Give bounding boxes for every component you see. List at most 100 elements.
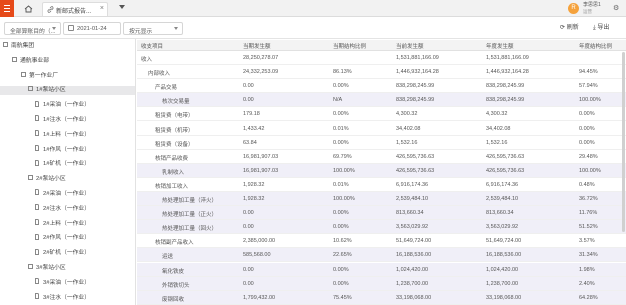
date-value: 2021-01-24: [77, 25, 107, 32]
table-cell: 氧化铁皮: [162, 268, 185, 275]
tree-node[interactable]: 1#作风（一作业）: [35, 145, 90, 155]
close-icon[interactable]: ×: [100, 5, 104, 12]
user-role: 运营: [583, 9, 592, 14]
table-row[interactable]: 核销加工收入 1,928.32 0.01% 6,916,174.36 6,916,174…: [137, 178, 626, 192]
table-cell: 运送: [162, 254, 174, 261]
tree-node[interactable]: 第一作业厂: [21, 71, 58, 81]
table-row[interactable]: 外销铁切头 0.00 0.00% 1,238,700.00 1,238,700.00 2.…: [137, 276, 626, 291]
table-cell: 热处理加工量（淬火）: [162, 198, 218, 204]
tree-node[interactable]: 南航集团: [3, 41, 34, 51]
document-icon: [35, 248, 39, 255]
tree-node[interactable]: 1#矿机（一作业）: [35, 159, 90, 169]
tree-node[interactable]: 2#泵站小区: [28, 175, 66, 184]
tree-node[interactable]: 通航事业部: [12, 56, 49, 66]
table-cell: 1.98%: [579, 266, 595, 273]
table-cell: 813,660.34: [396, 210, 424, 217]
display-unit-select[interactable]: 按元显示: [123, 22, 183, 35]
scrollbar[interactable]: [622, 52, 625, 232]
table-row[interactable]: 租赁费（机带） 1,433.42 0.01% 34,402.08 34,402.08 0.…: [137, 122, 626, 136]
gear-icon[interactable]: ⚙: [613, 4, 619, 12]
menu-icon[interactable]: [0, 0, 14, 17]
column-header[interactable]: 当前发生额: [396, 42, 424, 50]
table-row[interactable]: 运送 585,568.00 22.65% 16,188,536.00 16,188,53…: [137, 248, 626, 263]
calendar-icon: [68, 25, 74, 31]
table-row[interactable]: 热处理加工量（正火） 0.00 0.00% 813,660.34 813,660.34 1…: [137, 206, 626, 221]
table-header: 收支项目 当期发生额 当期结构比例 当前发生额 年度发生额 年度结构比例: [137, 40, 626, 51]
expand-box-icon[interactable]: [3, 41, 8, 47]
document-icon: [35, 115, 39, 122]
tree-node[interactable]: 3#注水（一作业）: [35, 293, 90, 303]
tree-node[interactable]: 1#注水（一作业）: [35, 115, 90, 125]
table-cell: 热处理加工量（正火）: [162, 212, 218, 219]
table-cell: 36.72%: [579, 196, 598, 202]
avatar[interactable]: R: [568, 3, 579, 14]
table-cell: 16,188,536.00: [396, 252, 432, 259]
table-cell: 2,539,484.10: [486, 196, 519, 202]
tab-label: 新邮式报告...: [56, 9, 92, 15]
column-header[interactable]: 年度结构比例: [579, 42, 612, 50]
table-row[interactable]: 核销副产品收入 2,385,000.00 10.62% 51,649,724.00 51…: [137, 234, 626, 249]
table-row[interactable]: 氧化铁皮 0.00 0.00% 1,024,420.00 1,024,420.00 1.9…: [137, 262, 626, 277]
date-picker[interactable]: 2021-01-24: [63, 22, 121, 35]
table-row[interactable]: 租赁费（电带） 179.18 0.00% 4,300.32 4,300.32 0.00%: [137, 107, 626, 122]
tree-node[interactable]: 1#泵站小区: [0, 86, 135, 96]
table-row[interactable]: 废钢回收 1,799,432.00 75.45% 33,198,068.00 33,19…: [137, 290, 626, 305]
table-cell: 426,595,736.63: [396, 167, 435, 174]
export-button[interactable]: ⤓ 导出: [593, 22, 609, 34]
table-cell: 0.01%: [333, 125, 349, 132]
tree-node[interactable]: 2#矿机（一作业）: [35, 248, 91, 258]
table-cell: N/A: [333, 97, 343, 104]
table-row[interactable]: 租赁费（设备） 63.84 0.00% 1,532.16 1,532.16 0.00%: [137, 136, 626, 150]
column-header[interactable]: 年度发生额: [486, 42, 514, 50]
tree-node[interactable]: 2#上料（一作业）: [35, 219, 90, 229]
table-row[interactable]: 产品交易 0.00 0.00% 838,298,245.99 838,298,245.9…: [137, 79, 626, 94]
table-cell: 1,531,881,166.09: [486, 55, 529, 61]
table-row[interactable]: 乳制收入 16,981,907.03 100.00% 426,595,736.63 42…: [137, 163, 626, 178]
column-header[interactable]: 当期结构比例: [333, 42, 366, 50]
table-cell: 1,928.32: [243, 181, 265, 188]
home-tab[interactable]: [18, 2, 38, 16]
refresh-icon: ⟳: [560, 25, 566, 31]
tree-node[interactable]: 2#注水（一作业）: [35, 204, 90, 214]
table-row[interactable]: 热处理加工量（回火） 0.00 0.00% 3,563,029.92 3,563,029…: [137, 220, 626, 235]
expand-box-icon[interactable]: [28, 86, 33, 92]
expand-box-icon[interactable]: [28, 263, 33, 269]
tree-node[interactable]: 1#采油（一作业）: [35, 100, 90, 110]
table-cell: 0.00%: [333, 111, 349, 118]
table-row[interactable]: 内部收入 24,332,253.09 86.13% 1,446,932,164.28 1…: [137, 65, 626, 80]
table-cell: 0.00: [243, 97, 254, 104]
refresh-button[interactable]: ⟳ 刷新: [560, 22, 579, 34]
table-cell: 1,928.32: [243, 196, 265, 202]
table-row[interactable]: 收入 28,250,278.07 1,531,881,166.09 1,531,881…: [137, 51, 626, 66]
table-row[interactable]: 核次交易量 0.00 N/A 838,298,245.99 838,298,245.99…: [137, 93, 626, 108]
tree-node[interactable]: 3#泵站小区: [28, 263, 66, 273]
table-cell: 75.45%: [333, 294, 352, 301]
table-cell: 核次交易量: [162, 99, 190, 106]
org-select-value: 全部算账目的（...: [10, 28, 56, 35]
table-cell: 4,300.32: [396, 111, 418, 118]
expand-box-icon[interactable]: [21, 71, 26, 77]
tree-node[interactable]: 2#采油（一作业）: [35, 189, 90, 199]
table-cell: 1,024,420.00: [486, 266, 519, 273]
table-cell: 热处理加工量（回火）: [162, 226, 218, 233]
org-select[interactable]: 全部算账目的（...: [4, 22, 61, 35]
table-row[interactable]: 核销产品收费 16,981,907.03 69.79% 426,595,736.63 4…: [137, 150, 626, 164]
table-cell: 0.00%: [333, 266, 349, 273]
table-row[interactable]: 热处理加工量（淬火） 1,928.32 100.00% 2,539,484.10 2,5…: [137, 192, 626, 207]
expand-box-icon[interactable]: [28, 175, 33, 181]
column-header[interactable]: 当期发生额: [243, 42, 271, 50]
column-header[interactable]: 收支项目: [141, 42, 163, 50]
filter-bar: 全部算账目的（... 2021-01-24 按元显示 ⟳ 刷新 ⤓ 导出: [0, 17, 626, 39]
table-cell: 6,916,174.36: [396, 181, 429, 188]
tree-node[interactable]: 2#作风（一作业）: [35, 233, 90, 243]
tree-node[interactable]: 3#采油（一作业）: [35, 278, 90, 288]
expand-box-icon[interactable]: [12, 56, 17, 62]
table-cell: 租赁费（设备）: [155, 141, 194, 148]
tree-node[interactable]: 1#上料（一作业）: [35, 130, 90, 140]
table-cell: 0.00%: [333, 139, 349, 146]
chevron-down-icon: [52, 27, 56, 30]
home-icon: [24, 5, 33, 13]
tree-node-label: 2#矿机（一作业）: [43, 250, 91, 257]
tab-dropdown-icon[interactable]: [119, 5, 125, 9]
tab-active-report[interactable]: 新邮式报告... ×: [42, 2, 108, 16]
